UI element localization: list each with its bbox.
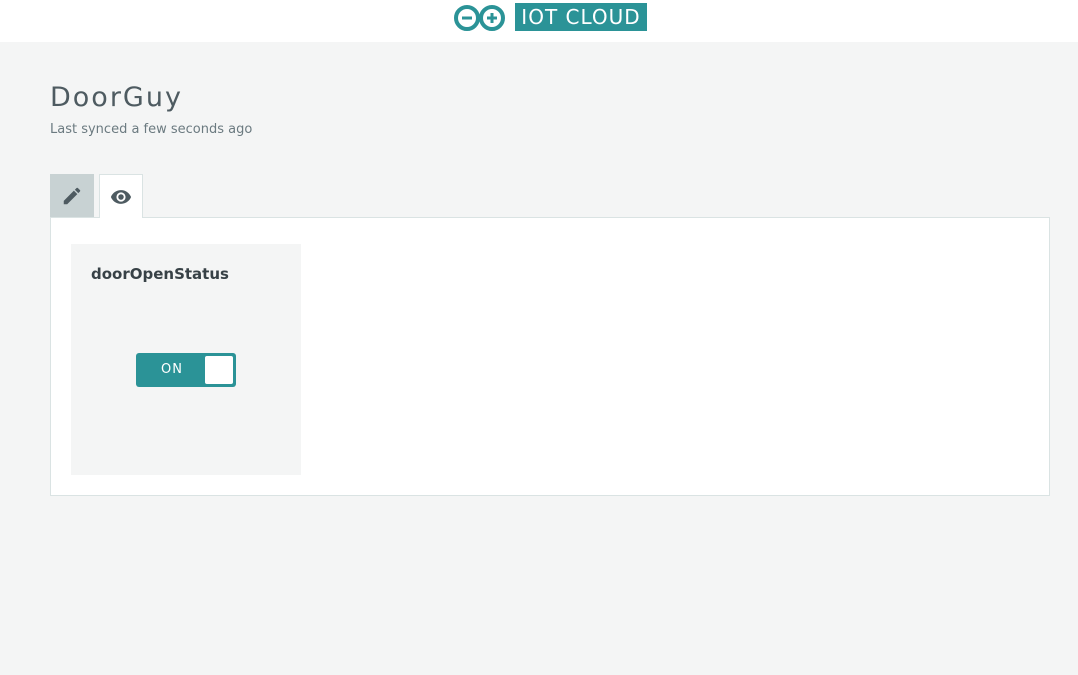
door-open-status-toggle[interactable]: ON [136, 353, 236, 387]
arduino-infinity-icon[interactable] [452, 4, 508, 32]
eye-icon [110, 189, 132, 204]
toggle-state-label: ON [161, 362, 183, 377]
pencil-icon [63, 187, 81, 204]
page-title: DoorGuy [50, 82, 183, 113]
sync-status: Last synced a few seconds ago [50, 122, 253, 137]
logo-text[interactable]: IOT CLOUD [515, 3, 647, 31]
switch-widget: doorOpenStatus ON [71, 244, 301, 475]
tab-dashboard[interactable] [99, 174, 143, 218]
tab-edit[interactable] [50, 174, 94, 217]
dashboard-panel: doorOpenStatus ON [50, 217, 1050, 496]
widget-title: doorOpenStatus [91, 265, 229, 283]
top-bar: IOT CLOUD [0, 0, 1078, 42]
toggle-knob[interactable] [205, 356, 233, 384]
